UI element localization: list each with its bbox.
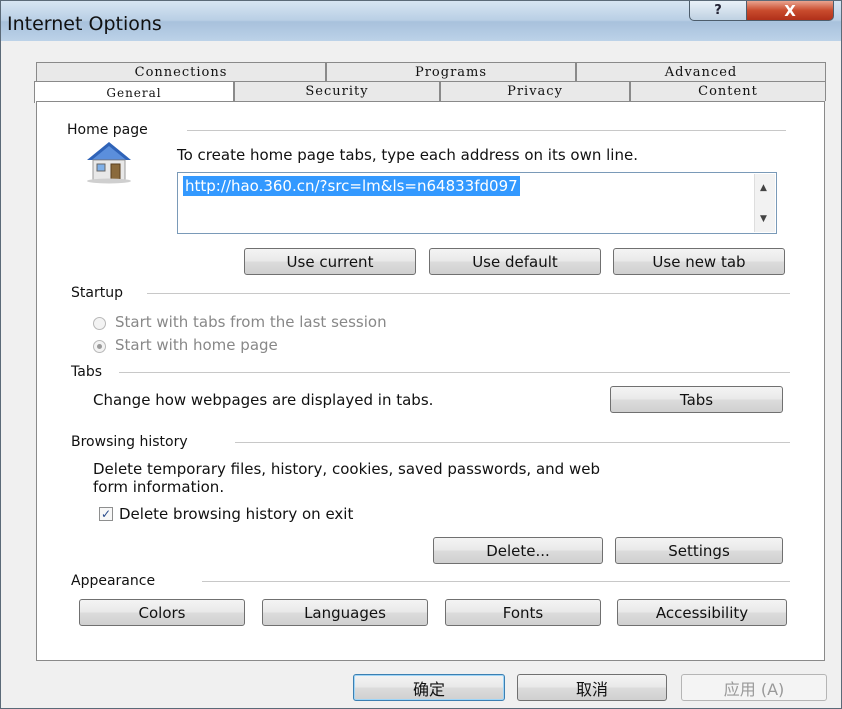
startup-group: Startup [37, 285, 824, 301]
scroll-up-icon[interactable]: ▲ [760, 183, 767, 193]
tabs-description: Change how webpages are displayed in tab… [93, 391, 434, 409]
settings-button[interactable]: Settings [615, 537, 783, 564]
browsing-history-label: Browsing history [71, 434, 194, 450]
option-home-page[interactable]: Start with home page [115, 336, 278, 354]
tab-row-back: Connections Programs Advanced [36, 62, 826, 82]
internet-options-window: Internet Options ? X Connections Program… [0, 0, 842, 709]
tabs-button[interactable]: Tabs [610, 386, 783, 413]
delete-button[interactable]: Delete... [433, 537, 603, 564]
use-default-button[interactable]: Use default [429, 248, 601, 275]
house-icon [85, 140, 133, 184]
browsing-history-group: Browsing history [37, 434, 824, 450]
title-bar[interactable]: Internet Options ? X [1, 1, 841, 41]
tab-privacy[interactable]: Privacy [440, 81, 630, 101]
tab-connections[interactable]: Connections [36, 62, 326, 82]
appearance-label: Appearance [71, 573, 162, 589]
home-page-group: Home page [37, 122, 824, 138]
colors-button[interactable]: Colors [79, 599, 245, 626]
radio-last-session[interactable] [93, 317, 106, 330]
home-page-divider [187, 130, 786, 131]
use-new-tab-button[interactable]: Use new tab [613, 248, 785, 275]
option-last-session[interactable]: Start with tabs from the last session [115, 313, 387, 331]
home-page-label: Home page [67, 122, 154, 138]
cancel-button[interactable]: 取消 [517, 674, 667, 701]
tabs-group: Tabs [37, 364, 824, 380]
home-page-url[interactable]: http://hao.360.cn/?src=lm&ls=n64833fd097 [183, 176, 520, 196]
textarea-scrollbar[interactable]: ▲ ▼ [754, 174, 775, 232]
tab-programs[interactable]: Programs [326, 62, 576, 82]
apply-button[interactable]: 应用 (A) [681, 674, 827, 701]
general-tab-panel: Home page To create home page tabs, type… [36, 101, 825, 661]
radio-home-page[interactable] [93, 340, 106, 353]
tab-row-front: General Security Privacy Content [34, 81, 826, 103]
close-button[interactable]: X [746, 1, 834, 21]
startup-label: Startup [71, 285, 129, 301]
browsing-history-description-2: form information. [93, 478, 225, 496]
tabs-section-label: Tabs [71, 364, 108, 380]
ok-button[interactable]: 确定 [353, 674, 505, 701]
tab-security[interactable]: Security [234, 81, 440, 101]
tab-advanced[interactable]: Advanced [576, 62, 826, 82]
startup-divider [147, 293, 790, 294]
scroll-down-icon[interactable]: ▼ [760, 214, 767, 224]
home-page-instruction: To create home page tabs, type each addr… [177, 146, 638, 164]
delete-on-exit-label[interactable]: Delete browsing history on exit [119, 505, 353, 523]
help-button[interactable]: ? [689, 1, 747, 21]
accessibility-button[interactable]: Accessibility [617, 599, 787, 626]
tab-content[interactable]: Content [630, 81, 826, 101]
use-current-button[interactable]: Use current [244, 248, 416, 275]
tabs-divider [119, 372, 790, 373]
appearance-divider [202, 581, 790, 582]
home-page-textarea[interactable]: http://hao.360.cn/?src=lm&ls=n64833fd097… [177, 172, 777, 234]
window-title: Internet Options [7, 13, 162, 35]
delete-on-exit-checkbox[interactable]: ✓ [99, 507, 113, 521]
browsing-history-divider [235, 442, 790, 443]
appearance-group: Appearance [37, 573, 824, 589]
fonts-button[interactable]: Fonts [445, 599, 601, 626]
browsing-history-description: Delete temporary files, history, cookies… [93, 460, 600, 478]
languages-button[interactable]: Languages [262, 599, 428, 626]
tab-general[interactable]: General [34, 81, 234, 103]
